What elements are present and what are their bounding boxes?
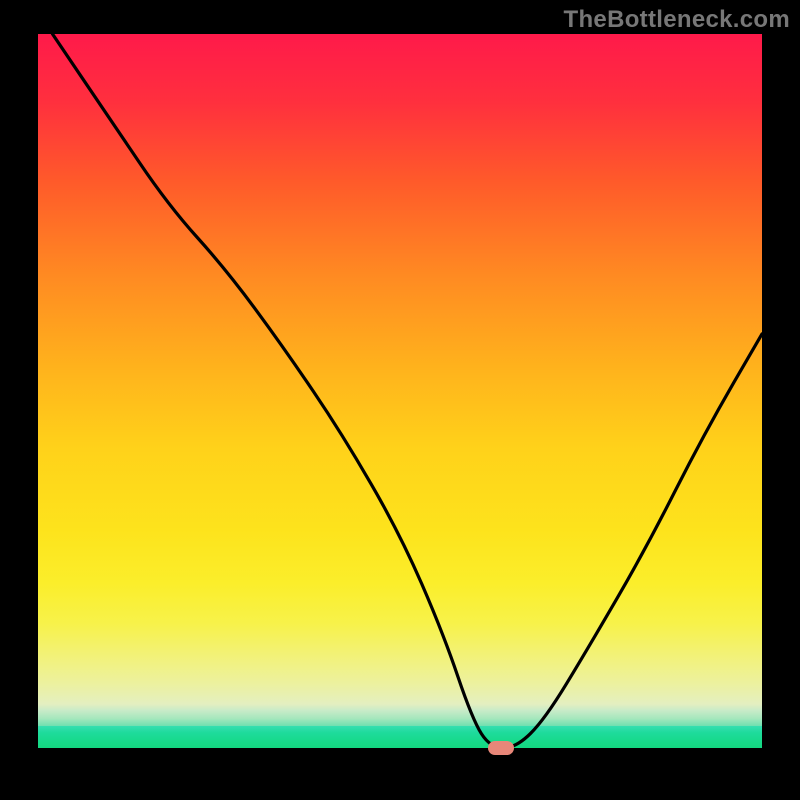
plot-area [38,34,762,762]
bottleneck-curve [53,34,763,748]
optimum-marker [488,741,514,755]
curve-svg [38,34,762,762]
watermark-text: TheBottleneck.com [564,6,790,34]
chart-container: TheBottleneck.com [0,0,800,800]
